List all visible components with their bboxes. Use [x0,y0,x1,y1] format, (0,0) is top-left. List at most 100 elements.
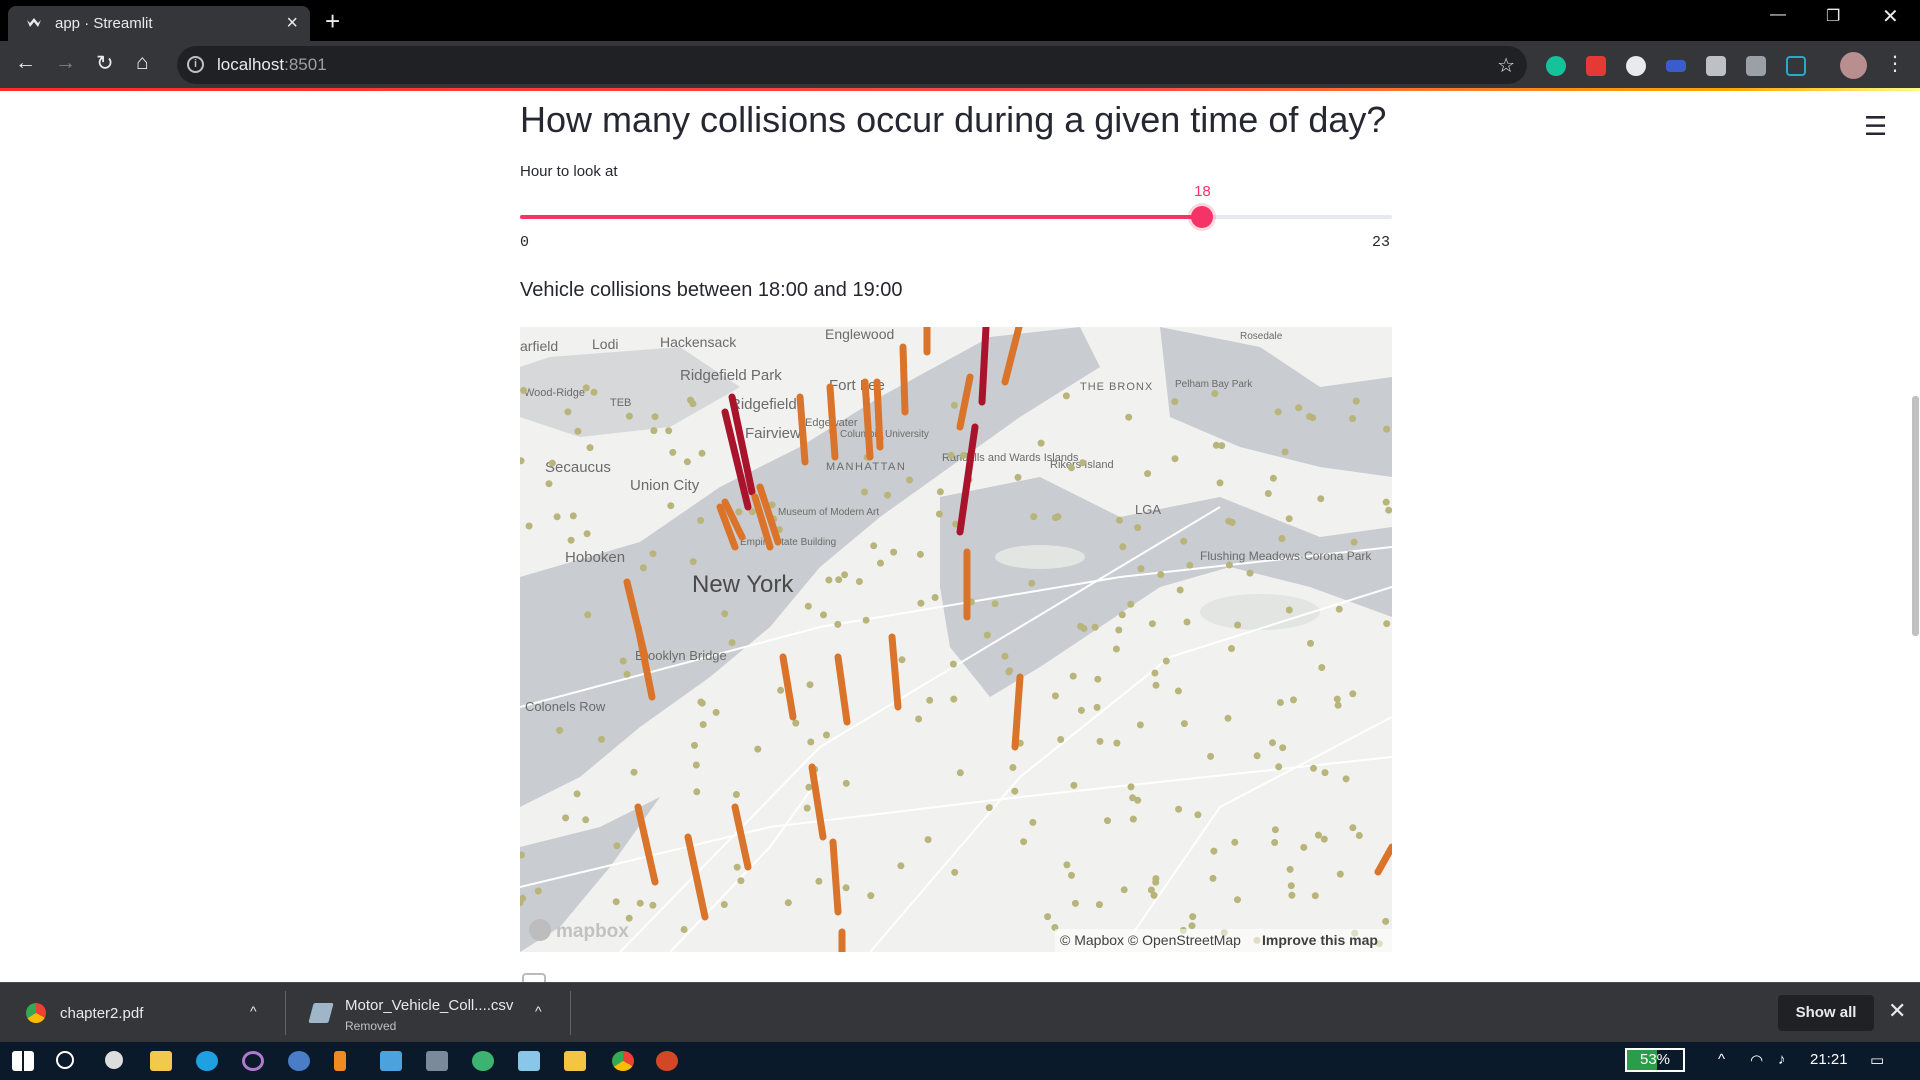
forward-icon[interactable]: → [55,51,76,75]
collision-point [823,731,830,739]
wifi-icon[interactable]: ◠ [1750,1051,1763,1069]
collision-point [1037,439,1045,447]
hour-slider[interactable]: 18 [520,183,1392,228]
collision-point [1307,639,1314,647]
collision-point [1231,838,1239,846]
collision-point [1211,390,1219,397]
settings-gear-icon[interactable] [105,1051,123,1069]
collision-point [1028,579,1036,587]
download-item[interactable]: Motor_Vehicle_Coll....csv Removed ^ [285,983,570,1043]
file-explorer-icon[interactable] [564,1051,586,1071]
show-raw-data-checkbox[interactable] [522,973,546,982]
clock[interactable]: 21:21 [1810,1051,1848,1068]
app-blue-icon[interactable] [518,1051,540,1071]
collision-point [1162,657,1170,665]
collision-point [1113,739,1121,747]
collision-point [842,779,850,787]
collision-point [680,926,688,933]
improve-map-link[interactable]: Improve this map [1262,932,1378,948]
powerpoint-icon[interactable] [656,1051,678,1071]
search-icon[interactable] [56,1051,74,1069]
collision-point [1320,835,1328,843]
collision-map[interactable]: arfield Lodi Hackensack Englewood Roseda… [520,327,1392,952]
collision-point [619,657,627,665]
browser-menu-icon[interactable]: ⋮ [1885,51,1905,76]
app-green-icon[interactable] [472,1051,494,1071]
tab-title: app · Streamlit [55,15,153,32]
collision-point [1271,826,1279,834]
profile-avatar[interactable] [1840,52,1867,79]
tray-chevron-icon[interactable]: ^ [1718,1051,1725,1068]
collision-point [1125,413,1133,421]
collision-point [721,610,729,618]
screen: app · Streamlit × + — ❐ ✕ ← → ↻ ⌂ i loca… [0,0,1920,1080]
collision-point [1014,473,1022,481]
store-icon[interactable] [150,1051,172,1071]
obs-icon[interactable] [242,1051,264,1071]
map-label: Ridgefield Park [680,367,782,384]
page-heading: How many collisions occur during a given… [520,99,1387,140]
collision-point [1067,464,1075,472]
grammarly-extension-icon[interactable] [1546,56,1566,76]
notifications-icon[interactable]: ▭ [1870,1051,1884,1069]
collision-point [1057,736,1065,743]
collision-point [613,842,621,850]
page-scrollbar[interactable] [1912,396,1919,636]
edge-icon[interactable] [196,1051,218,1071]
browser-tab[interactable]: app · Streamlit × [8,6,310,41]
back-icon[interactable]: ← [15,51,36,75]
map-label: Union City [630,477,700,494]
new-tab-icon[interactable]: + [325,6,340,37]
jupyter-icon[interactable] [334,1051,346,1071]
magnifier-app-icon[interactable] [288,1051,310,1071]
collision-point [567,536,575,544]
address-bar[interactable]: i localhost:8501 ☆ [177,46,1527,84]
collision-point [1383,425,1391,433]
hamburger-menu-icon[interactable]: ☰ [1864,111,1887,142]
volume-icon[interactable]: ♪ [1778,1051,1786,1068]
collision-point [623,670,631,678]
show-all-button[interactable]: Show all [1778,995,1874,1031]
extension-gauge-icon[interactable] [1626,56,1646,76]
collision-point [1342,775,1350,783]
collision-point [1336,870,1344,878]
collision-point [520,386,528,394]
terminal-icon[interactable] [426,1051,448,1071]
map-label: LGA [1135,502,1161,517]
battery-indicator[interactable]: 53% [1625,1048,1685,1072]
collision-point [1137,565,1145,573]
collision-point [564,408,572,416]
restore-icon[interactable]: ❐ [1826,6,1840,26]
notion-extension-icon[interactable] [1786,56,1806,76]
download-options-icon[interactable]: ^ [250,1003,257,1019]
minimize-icon[interactable]: — [1770,6,1786,24]
zip-extension-icon[interactable] [1666,60,1686,72]
download-item[interactable]: chapter2.pdf ^ [0,983,285,1043]
app-icon[interactable] [380,1051,402,1071]
windows-start-icon[interactable] [12,1051,34,1071]
collision-point [1001,652,1009,660]
collision-point [590,388,598,396]
collision-point [1079,459,1087,467]
chrome-icon[interactable] [612,1051,634,1071]
map-label: New York [692,571,794,598]
close-window-icon[interactable]: ✕ [1882,4,1899,29]
home-icon[interactable]: ⌂ [136,51,149,75]
slider-thumb[interactable] [1191,206,1214,228]
extension-gray-icon[interactable] [1746,56,1766,76]
extension-red-icon[interactable] [1586,56,1606,76]
site-info-icon[interactable]: i [187,56,204,73]
close-tab-icon[interactable]: × [286,12,298,35]
map-label: Hackensack [660,334,737,350]
collision-point [1120,886,1128,894]
reload-icon[interactable]: ↻ [96,51,114,76]
collision-column [899,343,909,416]
collision-point [720,901,728,908]
download-options-icon[interactable]: ^ [535,1003,542,1019]
bookmark-star-icon[interactable]: ☆ [1497,53,1515,78]
reader-extension-icon[interactable] [1706,56,1726,76]
close-downloads-icon[interactable]: ✕ [1888,998,1906,1024]
map-label: Brooklyn Bridge [635,648,727,663]
collision-column [1374,843,1392,876]
collision-point [1279,744,1287,752]
